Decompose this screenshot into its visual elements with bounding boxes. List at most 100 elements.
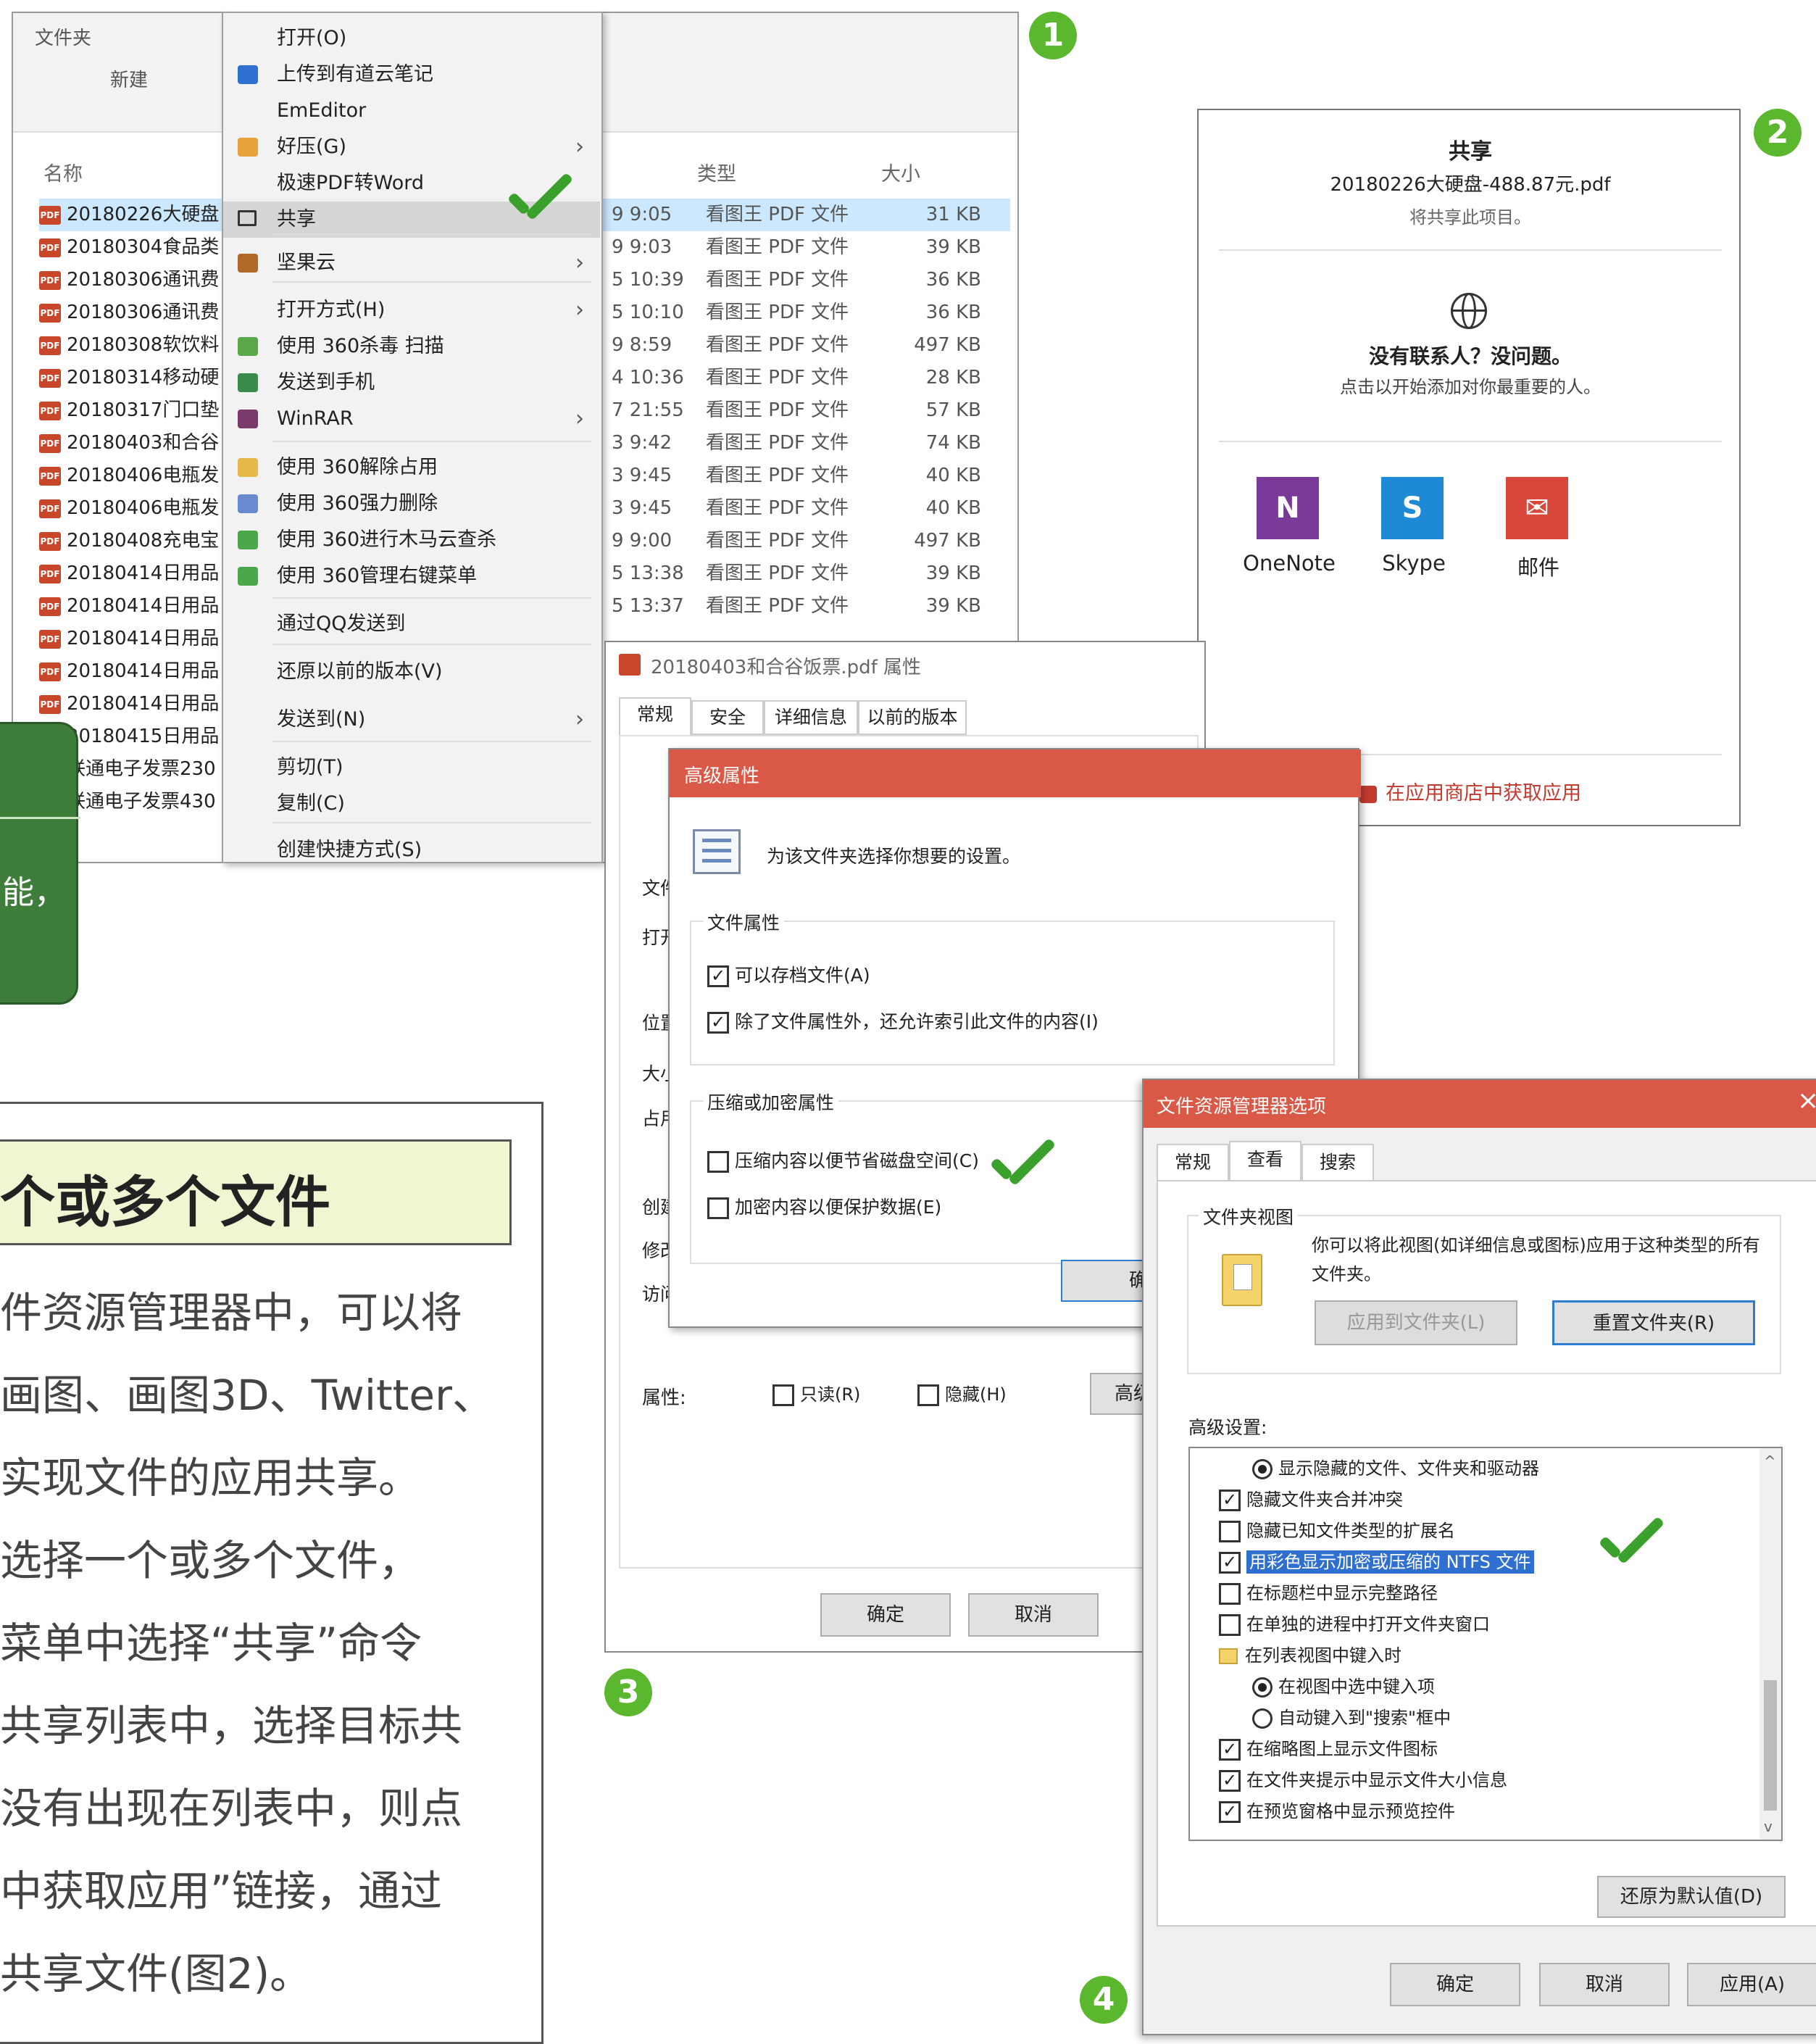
file-name-text: 20180414日用品 (67, 562, 220, 584)
tab[interactable]: 安全 (691, 700, 764, 735)
file-name-text: 20180226大硬盘 (67, 204, 220, 225)
file-name: PDF 20180414日用品 (39, 590, 219, 623)
tab[interactable]: 查看 (1229, 1141, 1301, 1181)
share-app[interactable]: S Skype (1352, 473, 1475, 589)
menu-item[interactable]: 上传到有道云笔记 (223, 57, 600, 93)
menu-item[interactable]: 打开(O) (223, 20, 600, 57)
file-name-text: 20180308软饮料 (67, 334, 220, 356)
no-contacts-hint[interactable]: 点击以开始添加对你最重要的人。 (1199, 373, 1742, 398)
restore-defaults-button[interactable]: 还原为默认值(D) (1597, 1876, 1786, 1918)
pdf-file-icon: PDF (39, 662, 61, 681)
menu-item[interactable]: 使用 360强力删除 (223, 486, 600, 522)
menu-item[interactable]: 发送到手机 (223, 365, 600, 401)
ribbon-new-button[interactable]: 新建 (110, 65, 148, 92)
folder-options-cancel-button[interactable]: 取消 (1539, 1963, 1670, 2006)
encrypt-checkbox[interactable]: 加密内容以便保护数据(E) (707, 1193, 941, 1219)
scroll-down-icon[interactable]: v (1764, 1818, 1773, 1835)
menu-item[interactable]: 好压(G) › (223, 129, 600, 165)
radio-button (1252, 1677, 1273, 1698)
properties-ok-button[interactable]: 确定 (820, 1593, 951, 1637)
archive-checkbox[interactable]: ✓ 可以存档文件(A) (707, 961, 870, 987)
file-time: 3 9:45 (612, 465, 672, 486)
file-type: 看图王 PDF 文件 (706, 497, 849, 519)
menu-item[interactable]: 使用 360管理右键菜单 (223, 558, 600, 594)
chevron-right-icon: › (575, 134, 584, 159)
setting-item[interactable]: 隐藏已知文件类型的扩展名 (1219, 1516, 1455, 1545)
share-app[interactable]: ✉ 邮件 (1477, 473, 1600, 589)
reset-folders-button[interactable]: 重置文件夹(R) (1552, 1300, 1755, 1345)
file-name: PDF 20180317门口垫 (39, 394, 219, 427)
scroll-thumb[interactable] (1764, 1680, 1777, 1811)
menu-item[interactable]: 使用 360解除占用 (223, 449, 600, 486)
badge-4: 4 (1080, 1976, 1128, 2024)
advanced-settings-label: 高级设置: (1188, 1417, 1267, 1438)
tab[interactable]: 常规 (1157, 1144, 1229, 1181)
properties-title: 20180403和合谷饭票.pdf 属性 (651, 657, 922, 678)
menu-item[interactable]: 创建快捷方式(S) (223, 832, 600, 868)
setting-item[interactable]: 在标题栏中显示完整路径 (1219, 1579, 1438, 1608)
globe-icon (1451, 293, 1487, 329)
setting-item[interactable]: 自动键入到"搜索"框中 (1252, 1703, 1451, 1732)
folder-options-dialog: 文件资源管理器选项 × 常规 查看 搜索 文件夹视图 你可以将此视图(如详细信息或图… (1142, 1079, 1816, 2035)
menu-item[interactable]: 通过QQ发送到 (223, 606, 600, 642)
share-app[interactable]: N OneNote (1228, 473, 1351, 589)
file-type: 看图王 PDF 文件 (706, 269, 849, 291)
hidden-checkbox[interactable]: 隐藏(H) (917, 1380, 1007, 1406)
file-name: PDF 20180414日用品 (39, 688, 219, 720)
setting-item[interactable]: ✓ 在预览窗格中显示预览控件 (1219, 1797, 1455, 1826)
share-title: 共享 (1449, 139, 1492, 165)
menu-item[interactable]: WinRAR › (223, 401, 600, 437)
menu-item-label: 好压(G) (277, 136, 346, 158)
column-header-name[interactable]: 名称 (43, 158, 83, 186)
menu-item[interactable]: 使用 360进行木马云查杀 (223, 522, 600, 558)
pdf-file-icon: PDF (39, 694, 61, 714)
menu-item[interactable]: 复制(C) (223, 786, 600, 822)
setting-item[interactable]: 在视图中选中键入项 (1252, 1672, 1435, 1701)
menu-item[interactable]: 还原以前的版本(V) (223, 654, 600, 690)
menu-item-label: 极速PDF转Word (277, 172, 425, 194)
folder-options-ok-button[interactable]: 确定 (1390, 1963, 1520, 2006)
scroll-up-icon[interactable]: ^ (1764, 1453, 1776, 1470)
context-menu: 打开(O) 上传到有道云笔记 EmEditor 好压(G) › 极速PDF转Word 共享坚… (222, 12, 603, 863)
tab[interactable]: 常规 (619, 697, 691, 735)
close-icon[interactable]: × (1797, 1086, 1816, 1116)
index-checkbox[interactable]: ✓ 除了文件属性外，还允许索引此文件的内容(I) (707, 1008, 1099, 1034)
setting-item[interactable]: ✓ 在文件夹提示中显示文件大小信息 (1219, 1766, 1507, 1795)
settings-scrollbar[interactable]: ^ v (1759, 1448, 1781, 1840)
menu-separator (272, 441, 591, 442)
setting-item[interactable]: ✓ 隐藏文件夹合并冲突 (1219, 1485, 1403, 1514)
menu-item[interactable]: 发送到(N) › (223, 702, 600, 738)
menu-separator (272, 597, 591, 599)
menu-item[interactable]: 坚果云 › (223, 245, 600, 281)
menu-item[interactable]: 剪切(T) (223, 749, 600, 786)
menu-item[interactable]: 打开方式(H) › (223, 292, 600, 328)
share-icon (238, 210, 257, 226)
properties-cancel-button[interactable]: 取消 (968, 1593, 1099, 1637)
column-header-type[interactable]: 类型 (697, 158, 736, 186)
setting-item[interactable]: ✓ 用彩色显示加密或压缩的 NTFS 文件 (1219, 1547, 1534, 1576)
file-name-text: 20180408充电宝 (67, 530, 220, 552)
setting-item[interactable]: 在列表视图中键入时 (1219, 1641, 1401, 1670)
file-name-text: 联通电子发票230 (67, 758, 216, 780)
folder-icon (1219, 1648, 1238, 1664)
apply-to-folders-button[interactable]: 应用到文件夹(L) (1315, 1300, 1517, 1345)
setting-label: 在视图中选中键入项 (1278, 1677, 1435, 1697)
badge-2: 2 (1754, 109, 1802, 157)
tab[interactable]: 以前的版本 (858, 700, 967, 735)
hidden-label: 隐藏(H) (945, 1384, 1007, 1405)
setting-item[interactable]: ✓ 在缩略图上显示文件图标 (1219, 1735, 1438, 1763)
file-size: 36 KB (925, 269, 981, 291)
folder-options-apply-button[interactable]: 应用(A) (1687, 1963, 1816, 2006)
tab[interactable]: 详细信息 (764, 700, 858, 735)
chevron-right-icon: › (575, 250, 584, 275)
setting-item[interactable]: 在单独的进程中打开文件夹窗口 (1219, 1610, 1490, 1639)
menu-item[interactable]: EmEditor (223, 93, 600, 129)
tab[interactable]: 搜索 (1301, 1144, 1374, 1181)
column-header-size[interactable]: 大小 (881, 158, 920, 186)
menu-item[interactable]: 使用 360杀毒 扫描 (223, 328, 600, 365)
setting-item[interactable]: 显示隐藏的文件、文件夹和驱动器 (1252, 1454, 1539, 1483)
share-app-label: Skype (1382, 551, 1446, 576)
share-divider-1 (1219, 249, 1722, 251)
readonly-checkbox[interactable]: 只读(R) (772, 1380, 860, 1406)
compress-checkbox[interactable]: 压缩内容以便节省磁盘空间(C) (707, 1147, 979, 1173)
